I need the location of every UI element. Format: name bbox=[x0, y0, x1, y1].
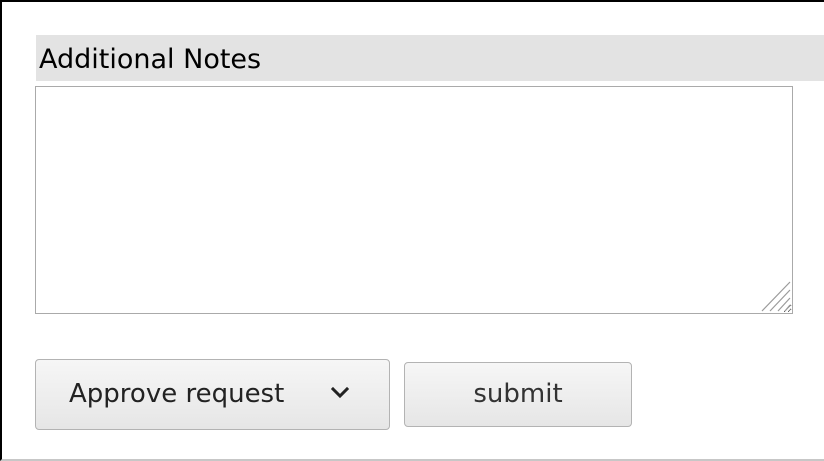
action-select[interactable]: Approve request bbox=[35, 359, 390, 430]
submit-button-label: submit bbox=[473, 379, 563, 409]
section-title: Additional Notes bbox=[39, 44, 262, 75]
chevron-down-icon bbox=[331, 386, 349, 399]
action-select-value: Approve request bbox=[69, 379, 285, 409]
form-container: Additional Notes Approve request submit bbox=[0, 0, 824, 461]
section-header: Additional Notes bbox=[36, 35, 824, 81]
submit-button[interactable]: submit bbox=[404, 362, 632, 427]
additional-notes-textarea[interactable] bbox=[35, 86, 793, 314]
